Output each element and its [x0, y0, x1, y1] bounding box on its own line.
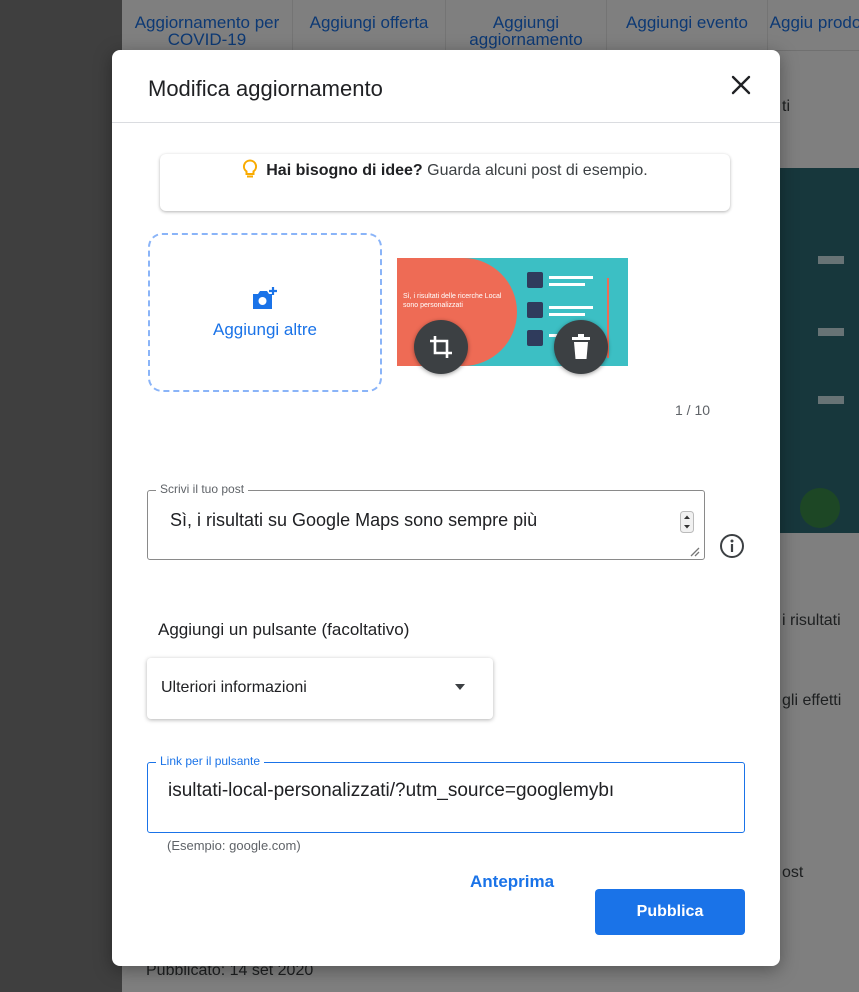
- dropdown-arrow-icon: [455, 684, 465, 690]
- add-photo-icon: [253, 286, 277, 309]
- add-more-label: Aggiungi altre: [213, 319, 317, 339]
- trash-icon: [572, 334, 590, 359]
- button-link-input[interactable]: Link per il pulsante isultati-local-pers…: [147, 754, 745, 833]
- thumbnail-caption: Sì, i risultati delle ricerche Local son…: [403, 293, 502, 309]
- dialog-divider: [112, 122, 780, 123]
- ideas-banner[interactable]: Hai bisogno di idee? Guarda alcuni post …: [160, 154, 730, 211]
- button-link-label: Link per il pulsante: [156, 754, 265, 768]
- link-example-hint: (Esempio: google.com): [167, 838, 301, 853]
- ideas-bold-text: Hai bisogno di idee?: [266, 162, 423, 179]
- preview-button[interactable]: Anteprima: [470, 872, 554, 892]
- post-textarea[interactable]: Scrivi il tuo post Sì, i risultati su Go…: [147, 482, 705, 560]
- crop-button[interactable]: [414, 320, 468, 374]
- photo-counter: 1 / 10: [675, 402, 711, 418]
- edit-update-dialog: Modifica aggiornamento Hai bisogno di id…: [112, 50, 780, 966]
- info-button[interactable]: [719, 533, 745, 564]
- dialog-title: Modifica aggiornamento: [148, 76, 383, 101]
- lightbulb-icon: [243, 159, 258, 178]
- close-button[interactable]: [724, 68, 758, 102]
- resize-handle-icon[interactable]: [688, 545, 700, 557]
- ideas-text: Guarda alcuni post di esempio.: [427, 162, 648, 179]
- post-textarea-label: Scrivi il tuo post: [156, 482, 249, 496]
- spinner-arrows-icon[interactable]: [680, 511, 694, 533]
- crop-icon: [430, 336, 452, 358]
- button-link-value: isultati-local-personalizzati/?utm_sourc…: [168, 780, 615, 801]
- info-icon: [720, 534, 744, 558]
- post-textarea-value: Sì, i risultati su Google Maps sono semp…: [170, 510, 538, 530]
- button-type-select[interactable]: Ulteriori informazioni: [147, 658, 493, 719]
- publish-button[interactable]: Pubblica: [595, 889, 745, 935]
- add-more-photos-button[interactable]: Aggiungi altre: [148, 233, 382, 392]
- button-type-value: Ulteriori informazioni: [161, 679, 307, 696]
- delete-photo-button[interactable]: [554, 320, 608, 374]
- close-icon: [731, 75, 751, 95]
- add-button-section-label: Aggiungi un pulsante (facoltativo): [158, 620, 410, 639]
